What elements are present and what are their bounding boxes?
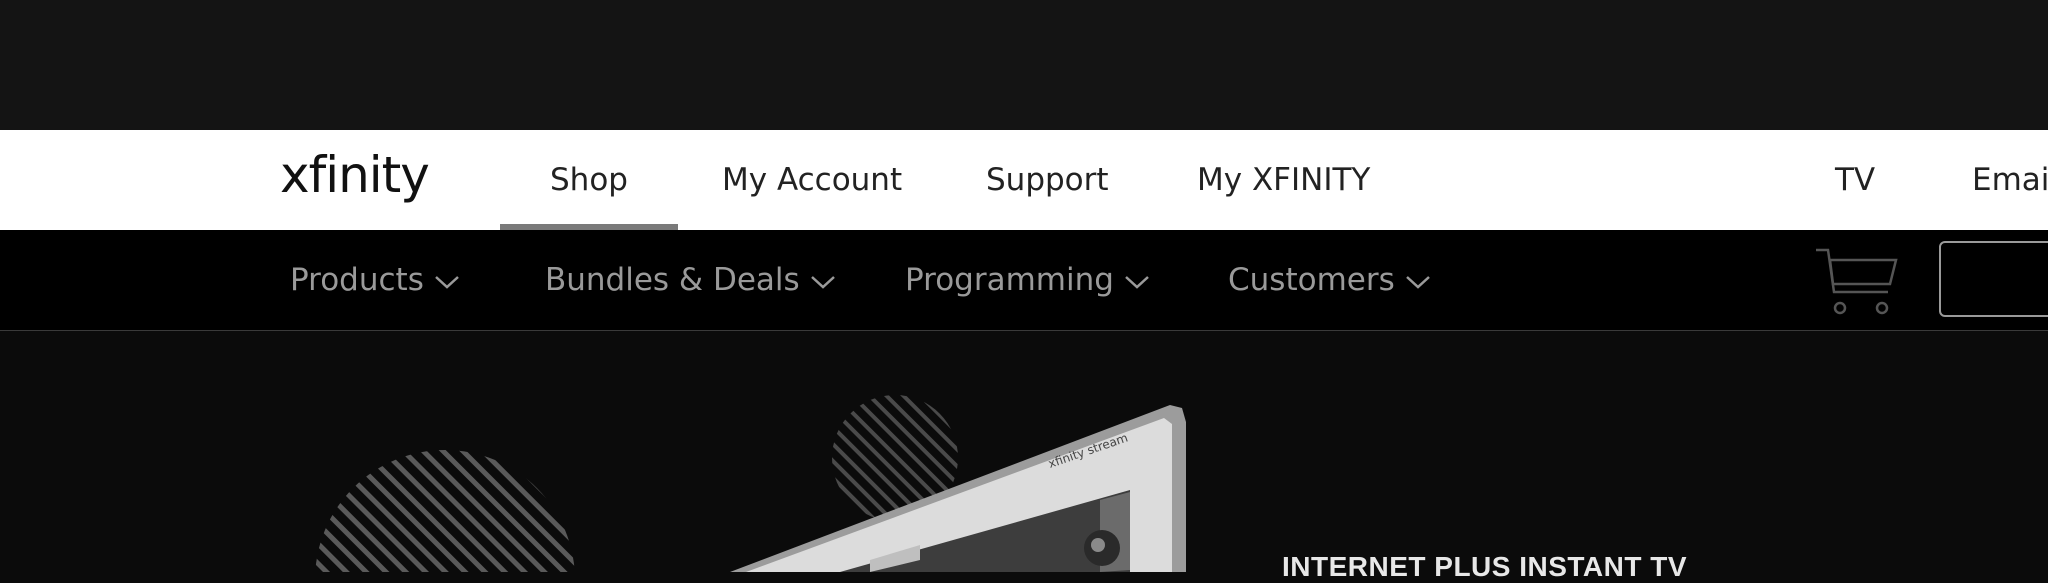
hero-heading: INTERNET PLUS INSTANT TV <box>1282 551 1688 582</box>
sub-nav-products[interactable]: Products <box>290 230 460 330</box>
shopping-cart-icon[interactable] <box>1814 244 1898 318</box>
chevron-down-icon <box>1405 275 1430 289</box>
sign-in-button[interactable] <box>1939 241 2048 317</box>
top-banner-area <box>0 0 2048 130</box>
xfinity-logo[interactable]: xfinity <box>280 152 450 208</box>
chevron-down-icon <box>810 275 835 289</box>
global-nav-my-xfinity[interactable]: My XFINITY <box>1197 130 1370 230</box>
sub-nav-bundles-label: Bundles & Deals <box>545 262 800 298</box>
global-nav-email[interactable]: Email <box>1972 130 2048 230</box>
sub-nav-customers-label: Customers <box>1228 262 1395 298</box>
global-nav-my-account[interactable]: My Account <box>722 130 902 230</box>
logo-text: xfinity <box>280 152 429 204</box>
sub-nav-bundles-deals[interactable]: Bundles & Deals <box>545 230 836 330</box>
sub-nav-programming-label: Programming <box>905 262 1114 298</box>
tablet-device-image: xfinity stream <box>730 405 1186 572</box>
striped-circle-decoration <box>315 450 575 572</box>
chevron-down-icon <box>1125 275 1149 289</box>
global-nav-tv[interactable]: TV <box>1835 130 1875 230</box>
sub-nav-products-label: Products <box>290 262 424 298</box>
global-nav-shop[interactable]: Shop <box>500 130 678 230</box>
sub-nav-programming[interactable]: Programming <box>905 230 1150 330</box>
chevron-down-icon <box>435 275 459 289</box>
sub-nav-customers[interactable]: Customers <box>1228 230 1431 330</box>
global-nav-support[interactable]: Support <box>986 130 1109 230</box>
